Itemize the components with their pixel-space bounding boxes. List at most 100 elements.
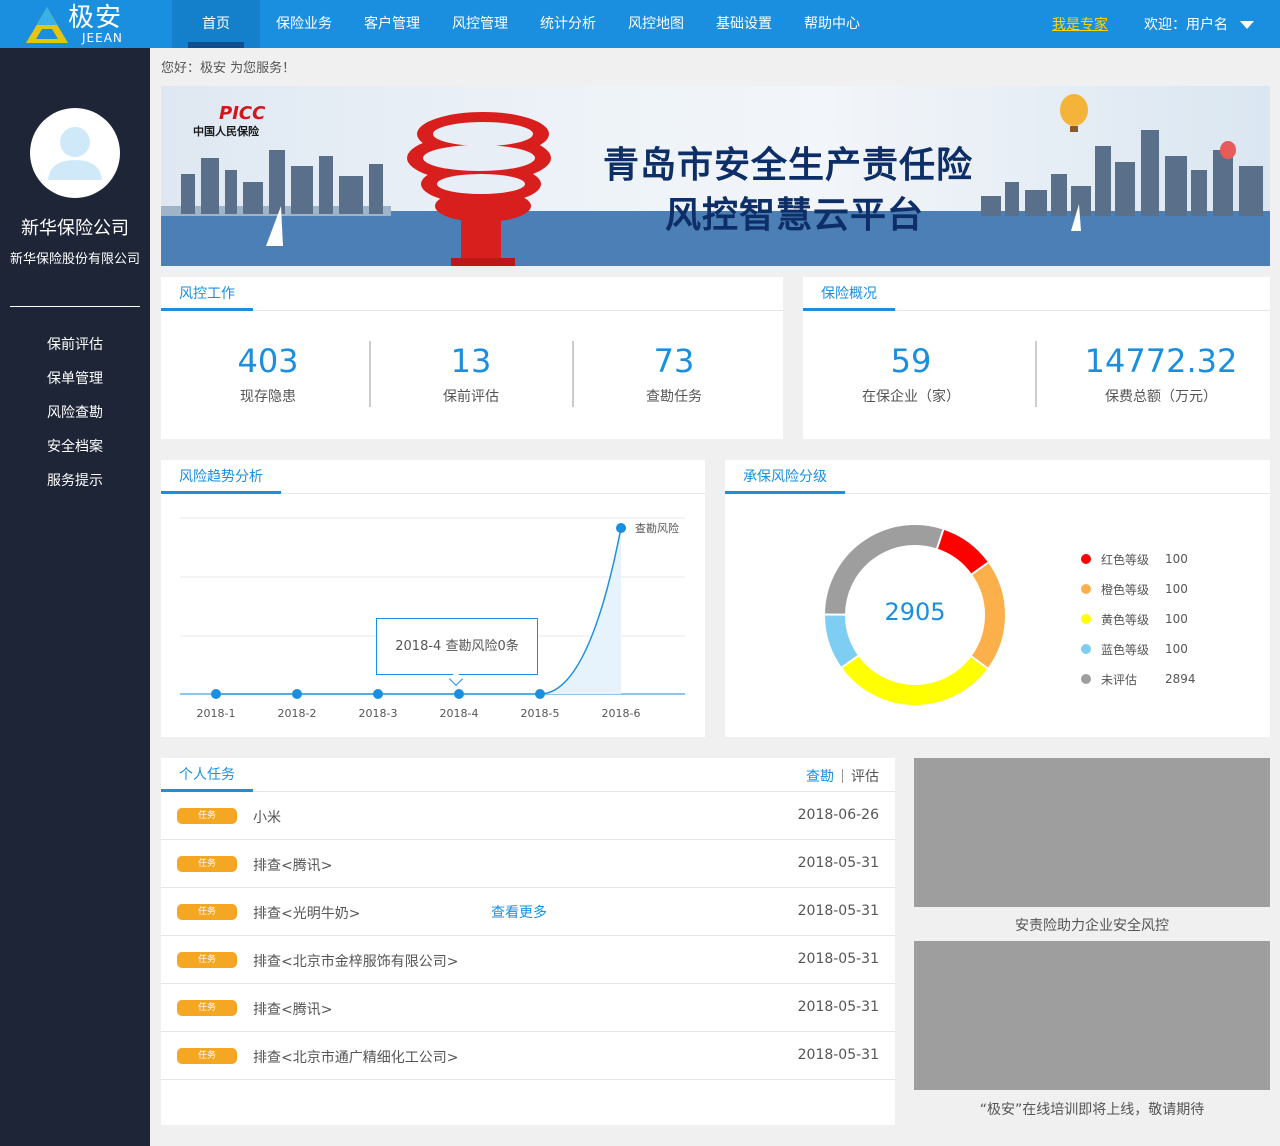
promo-caption[interactable]: 安责险助力企业安全风控: [914, 915, 1270, 935]
tab-survey[interactable]: 查勘: [806, 769, 834, 785]
top-navigation-bar: 极安 JEEAN 首页 保险业务 客户管理 风控管理 统计分析 风控地图 基础设…: [0, 0, 1280, 48]
nav-item-home[interactable]: 首页: [172, 0, 260, 48]
sidebar-item-policy-management[interactable]: 保单管理: [0, 368, 150, 402]
stat-premium-total[interactable]: 14772.32 保费总额（万元）: [1071, 337, 1251, 409]
sidebar-item-safety-archive[interactable]: 安全档案: [0, 436, 150, 470]
stat-label: 保前评估: [443, 389, 499, 405]
x-tick-label: 2018-6: [602, 707, 641, 720]
promo-image[interactable]: [914, 941, 1270, 1090]
stat-existing-hazards[interactable]: 403 现存隐患: [188, 337, 348, 409]
legend-value: 100: [1165, 612, 1188, 626]
stat-pre-assessment[interactable]: 13 保前评估: [391, 337, 551, 409]
donut-slice: [825, 614, 859, 668]
legend-label: 黄色等级: [1101, 612, 1150, 627]
sidebar-item-risk-survey[interactable]: 风险查勘: [0, 402, 150, 436]
card-title: 个人任务: [161, 758, 253, 792]
hero-banner[interactable]: PICC 中国人民保险 青岛市安全生产责任险 风控智慧云平台: [161, 86, 1270, 266]
task-row[interactable]: 任务 排查<北京市金梓服饰有限公司> 2018-05-31: [161, 936, 895, 984]
task-name: 排查<光明牛奶>: [253, 906, 361, 922]
banner-title-line2: 风控智慧云平台: [665, 194, 925, 236]
stat-value: 403: [237, 342, 299, 380]
avatar[interactable]: [30, 108, 120, 198]
user-menu-chevron-down-icon[interactable]: [1240, 21, 1254, 29]
nav-item-statistics[interactable]: 统计分析: [524, 0, 612, 48]
donut-slice: [971, 562, 1005, 669]
card-header: 保险概况: [803, 277, 1270, 311]
banner-picc-subtitle: 中国人民保险: [193, 125, 259, 138]
legend-item[interactable]: 红色等级 100: [1081, 544, 1196, 574]
task-row[interactable]: 任务 小米 2018-06-26: [161, 792, 895, 840]
tab-evaluation[interactable]: 评估: [851, 769, 879, 785]
legend-swatch: [1081, 644, 1091, 654]
task-date: 2018-05-31: [797, 951, 879, 967]
task-badge: 任务: [177, 1000, 237, 1016]
nav-item-settings[interactable]: 基础设置: [700, 0, 788, 48]
stat-label: 查勘任务: [646, 389, 702, 405]
task-date: 2018-05-31: [797, 903, 879, 919]
expert-link[interactable]: 我是专家: [1052, 14, 1108, 34]
task-name: 排查<北京市金梓服饰有限公司>: [253, 954, 459, 970]
task-badge: 任务: [177, 1048, 237, 1064]
task-date: 2018-05-31: [797, 1047, 879, 1063]
task-badge: 任务: [177, 904, 237, 920]
data-point: [292, 689, 302, 699]
user-icon: [48, 127, 102, 180]
logo-text-cn: 极安: [68, 3, 123, 33]
stat-survey-tasks[interactable]: 73 查勘任务: [594, 337, 754, 409]
banner-title-line1: 青岛市安全生产责任险: [603, 144, 974, 186]
logo-mark-icon: [26, 7, 68, 43]
task-badge: 任务: [177, 952, 237, 968]
card-header: 个人任务 查勘 评估: [161, 758, 895, 792]
stat-insured-companies[interactable]: 59 在保企业（家）: [831, 337, 991, 409]
promo-caption[interactable]: “极安”在线培训即将上线，敬请期待: [914, 1099, 1270, 1119]
legend-item[interactable]: 未评估 2894: [1081, 664, 1196, 694]
risk-level-card: 承保风险分级 2905 红色等级 100 橙色等级 100 黄色等级 100 蓝色等级 100…: [725, 460, 1270, 737]
task-row[interactable]: 任务 排查<北京市通广精细化工公司> 2018-05-31: [161, 1032, 895, 1080]
risk-trend-chart[interactable]: 2018-1 2018-2 2018-3 2018-4 2018-5 2018-6 查勘风险: [161, 460, 705, 737]
nav-item-insurance[interactable]: 保险业务: [260, 0, 348, 48]
nav-item-risk-control[interactable]: 风控管理: [436, 0, 524, 48]
stat-value: 73: [653, 342, 695, 380]
view-more-link[interactable]: 查看更多: [491, 902, 547, 922]
legend-item[interactable]: 橙色等级 100: [1081, 574, 1196, 604]
sidebar-item-service-tips[interactable]: 服务提示: [0, 470, 150, 504]
task-name: 排查<腾讯>: [253, 858, 333, 874]
task-date: 2018-05-31: [797, 855, 879, 871]
stat-label: 现存隐患: [240, 389, 296, 405]
task-row[interactable]: 任务 排查<腾讯> 2018-05-31: [161, 840, 895, 888]
legend-label: 橙色等级: [1101, 582, 1150, 597]
x-tick-label: 2018-1: [197, 707, 236, 720]
legend-swatch: [1081, 674, 1091, 684]
nav-item-customers[interactable]: 客户管理: [348, 0, 436, 48]
app-logo[interactable]: 极安 JEEAN: [24, 3, 134, 45]
card-title: 保险概况: [803, 277, 895, 311]
legend-label: 未评估: [1101, 672, 1138, 687]
legend-item[interactable]: 黄色等级 100: [1081, 604, 1196, 634]
stat-label: 在保企业（家）: [862, 389, 960, 405]
sidebar: 新华保险公司 新华保险股份有限公司 保前评估 保单管理 风险查勘 安全档案 服务…: [0, 48, 150, 1146]
promo-image[interactable]: [914, 758, 1270, 907]
task-date: 2018-05-31: [797, 999, 879, 1015]
banner-picc-logo: PICC: [219, 103, 266, 124]
sidebar-item-pre-assessment[interactable]: 保前评估: [0, 334, 150, 368]
main-nav: 首页 保险业务 客户管理 风控管理 统计分析 风控地图 基础设置 帮助中心: [172, 0, 876, 48]
x-tick-label: 2018-5: [521, 707, 560, 720]
data-point: [454, 689, 464, 699]
task-row[interactable]: 任务 排查<腾讯> 2018-05-31: [161, 984, 895, 1032]
personal-tasks-card: 个人任务 查勘 评估 任务 小米 2018-06-26 任务 排查<腾讯> 2018-05-…: [161, 758, 895, 1125]
tab-separator: [842, 769, 843, 783]
chart-tooltip: 2018-4 查勘风险0条: [376, 618, 538, 687]
legend-swatch: [1081, 614, 1091, 624]
nav-item-help[interactable]: 帮助中心: [788, 0, 876, 48]
data-point: [211, 689, 221, 699]
risk-work-card: 风控工作 403 现存隐患 13 保前评估 73 查勘任务: [161, 277, 783, 439]
card-title: 风控工作: [161, 277, 253, 311]
nav-item-risk-map[interactable]: 风控地图: [612, 0, 700, 48]
company-full-name: 新华保险股份有限公司: [9, 252, 140, 267]
stat-divider: [572, 341, 574, 407]
x-tick-label: 2018-2: [278, 707, 317, 720]
legend-item[interactable]: 蓝色等级 100: [1081, 634, 1196, 664]
donut-legend: 红色等级 100 橙色等级 100 黄色等级 100 蓝色等级 100 未评估 2894: [1081, 544, 1196, 694]
legend-label: 红色等级: [1101, 552, 1150, 567]
welcome-user[interactable]: 欢迎：用户名: [1144, 14, 1228, 34]
